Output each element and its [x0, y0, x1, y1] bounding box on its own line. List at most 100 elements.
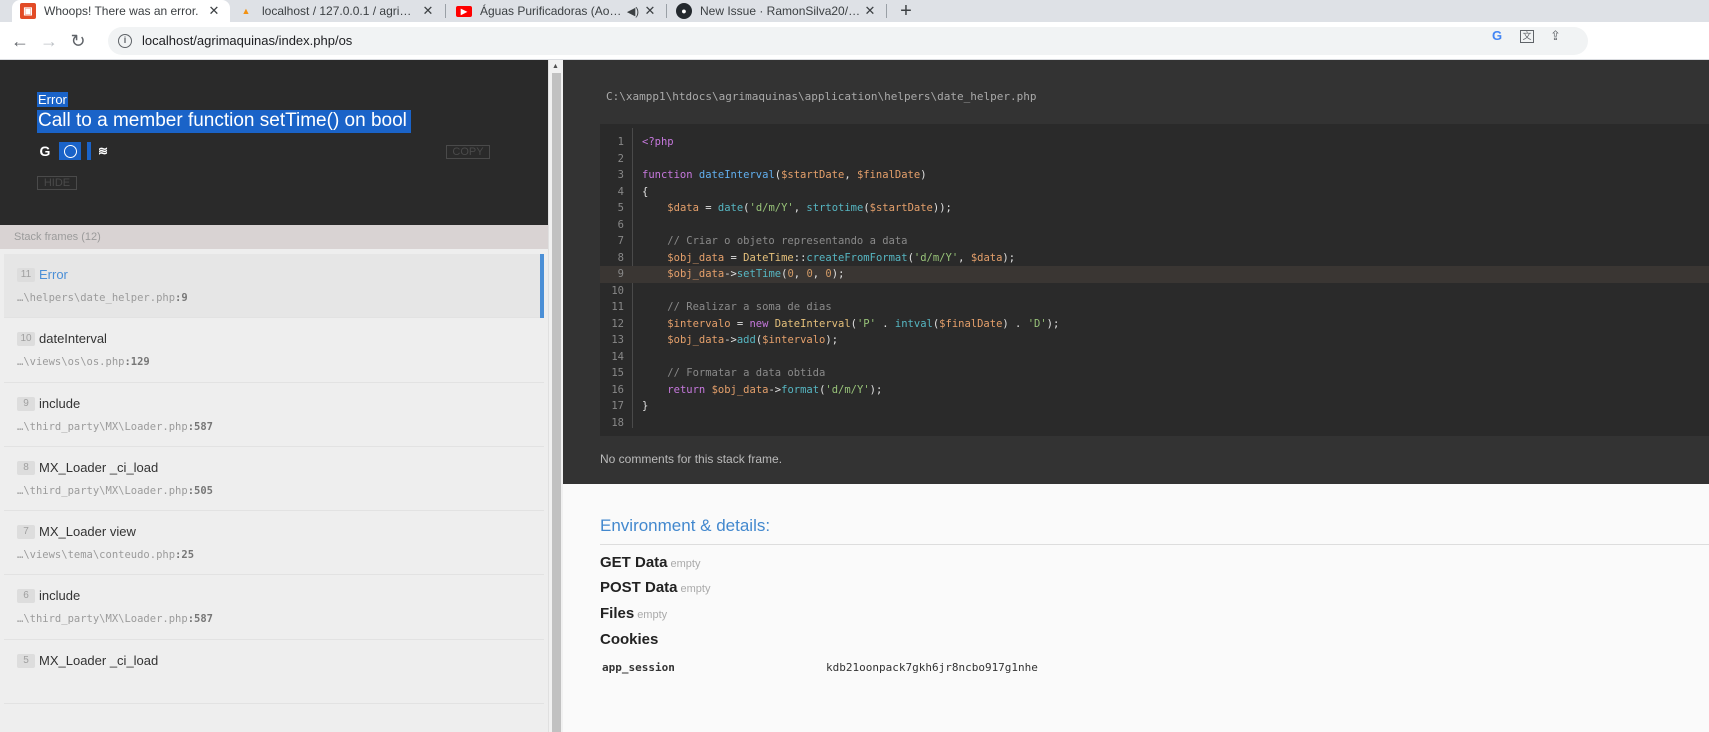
frame-index: 9 [17, 396, 35, 411]
tab-divider [666, 4, 667, 18]
url-text[interactable]: localhost/agrimaquinas/index.php/os [142, 33, 352, 48]
cookies-section: Cookies [600, 631, 658, 648]
line-number: 1 [617, 136, 624, 148]
files-section: Files empty [600, 605, 667, 622]
cookie-value: kdb21oonpack7gkh6jr8ncbo917g1nhe [826, 661, 1038, 674]
code-line: 15 // Formatar a data obtida [600, 365, 1709, 382]
close-tab-icon[interactable]: ✕ [206, 3, 222, 19]
tab-divider [886, 4, 887, 18]
line-number: 5 [617, 202, 624, 214]
frame-function: dateInterval [39, 331, 107, 347]
frame-function: Error [39, 267, 68, 282]
tab-whoops[interactable]: ▣ Whoops! There was an error. ✕ [12, 0, 230, 22]
left-panel: Error Call to a member function setTime(… [0, 60, 548, 732]
stackoverflow-icon[interactable]: ≋ [95, 142, 111, 160]
share-icon[interactable]: ⇪ [1550, 28, 1561, 44]
line-source: $obj_data->add($intervalo); [667, 334, 839, 346]
exception-type: Error [37, 92, 68, 107]
line-number: 7 [617, 235, 624, 247]
stack-frame[interactable]: 11 Error …\helpers\date_helper.php:9 [4, 254, 544, 319]
github-icon: ● [676, 3, 692, 19]
stack-frame[interactable]: 10 dateInterval …\views\os\os.php:129 [4, 318, 544, 383]
line-number: 18 [611, 416, 624, 429]
frame-index: 6 [17, 589, 35, 604]
translate-icon[interactable]: 文 [1520, 30, 1534, 43]
close-tab-icon[interactable]: ✕ [642, 3, 658, 19]
line-source: <?php [642, 136, 674, 148]
frame-file-path: …\third_party\MX\Loader.php [17, 484, 188, 497]
stackoverflow-icon[interactable] [87, 142, 91, 160]
google-icon[interactable]: G [37, 142, 53, 160]
section-label: POST Data [600, 579, 678, 596]
post-data-section: POST Data empty [600, 579, 711, 596]
frame-line-number: :505 [187, 484, 213, 497]
exception-message: Call to a member function setTime() on b… [37, 110, 411, 133]
address-bar: ← → ↻ i localhost/agrimaquinas/index.php… [0, 22, 1709, 60]
tab-github[interactable]: ● New Issue · RamonSilva20/mapo ✕ [670, 0, 884, 22]
code-line: 4{ [600, 184, 1709, 201]
duckduckgo-icon[interactable] [59, 142, 81, 160]
code-line: 11 // Realizar a soma de dias [600, 299, 1709, 316]
info-icon[interactable]: i [118, 34, 132, 48]
line-number: 4 [617, 185, 624, 198]
tab-title: Whoops! There was an error. [44, 4, 199, 18]
stack-frame[interactable]: 9 include …\third_party\MX\Loader.php:587 [4, 382, 544, 447]
active-frame-marker [540, 254, 544, 318]
stack-frame[interactable]: 6 include …\third_party\MX\Loader.php:587 [4, 575, 544, 640]
tab-title: localhost / 127.0.0.1 / agrimaquin [262, 4, 420, 18]
section-label: Cookies [600, 631, 659, 648]
stack-frame[interactable]: 5 MX_Loader _ci_load [4, 639, 544, 705]
search-links: G ≋ [37, 141, 117, 161]
scroll-thumb[interactable] [552, 73, 561, 732]
omnibox[interactable]: i localhost/agrimaquinas/index.php/os [108, 27, 1588, 55]
google-icon[interactable]: G [1492, 28, 1502, 43]
frame-file: …\views\os\os.php:129 [17, 356, 150, 368]
details-divider [600, 544, 1709, 545]
copy-button[interactable]: COPY [446, 145, 490, 159]
frame-comments: No comments for this stack frame. [600, 452, 783, 466]
cookie-row: app_session kdb21oonpack7gkh6jr8ncbo917g… [602, 661, 1702, 677]
code-line: 7 // Criar o objeto representando a data [600, 233, 1709, 250]
line-source: $intervalo = new DateInterval('P' . intv… [667, 317, 1060, 330]
tab-youtube[interactable]: ▶ Águas Purificadoras (Ao Vivo ◀) ✕ [450, 0, 664, 22]
frame-file: …\third_party\MX\Loader.php:587 [17, 421, 213, 433]
section-label: GET Data [600, 554, 668, 571]
section-note: empty [680, 583, 711, 595]
frame-file-path[interactable]: C:\xampp1\htdocs\agrimaquinas\applicatio… [606, 90, 1036, 103]
code-line: 13 $obj_data->add($intervalo); [600, 332, 1709, 349]
get-data-section: GET Data empty [600, 554, 700, 571]
plus-icon: + [900, 0, 912, 22]
frame-file-path: …\views\os\os.php [17, 356, 125, 369]
phpmyadmin-icon: ▲ [241, 6, 251, 16]
line-source: return $obj_data->format('d/m/Y'); [667, 383, 883, 396]
line-number: 6 [617, 218, 624, 231]
frame-file-path: …\views\tema\conteudo.php [17, 549, 176, 562]
line-number: 2 [617, 152, 624, 165]
back-icon[interactable]: ← [10, 31, 30, 51]
close-tab-icon[interactable]: ✕ [420, 3, 436, 19]
code-line: 9 $obj_data->setTime(0, 0, 0); [600, 266, 1709, 283]
stack-frame[interactable]: 8 MX_Loader _ci_load …\third_party\MX\Load… [4, 446, 544, 512]
tab-title: New Issue · RamonSilva20/mapo [700, 4, 862, 18]
close-tab-icon[interactable]: ✕ [862, 3, 878, 19]
code-line: 3 function dateInterval($startDate, $fina… [600, 167, 1709, 184]
reload-icon[interactable]: ↻ [68, 31, 88, 51]
code-line: 2 [600, 151, 1709, 168]
whoops-icon: ▣ [20, 3, 36, 19]
stack-frame[interactable]: 7 MX_Loader view …\views\tema\conteudo.php… [4, 511, 544, 576]
code-line: 1 <?php [600, 134, 1709, 151]
left-scrollbar[interactable]: ▲ [548, 60, 563, 732]
frame-index: 5 [17, 653, 35, 668]
line-source: $obj_data = DateTime::createFromFormat('… [667, 251, 1016, 264]
frame-file-path: …\third_party\MX\Loader.php [17, 613, 188, 626]
new-tab-button[interactable]: + [895, 0, 917, 22]
scroll-up-arrow-icon[interactable]: ▲ [552, 63, 559, 70]
line-number: 14 [611, 350, 624, 363]
speaker-icon[interactable]: ◀) [627, 5, 639, 18]
hide-button[interactable]: HIDE [37, 176, 77, 190]
code-line: 17} [600, 398, 1709, 415]
forward-icon[interactable]: → [39, 31, 59, 51]
line-number: 12 [611, 317, 624, 330]
tab-phpmyadmin[interactable]: ▲ localhost / 127.0.0.1 / agrimaquin ✕ [232, 0, 442, 22]
frame-function: MX_Loader _ci_load [39, 459, 159, 475]
